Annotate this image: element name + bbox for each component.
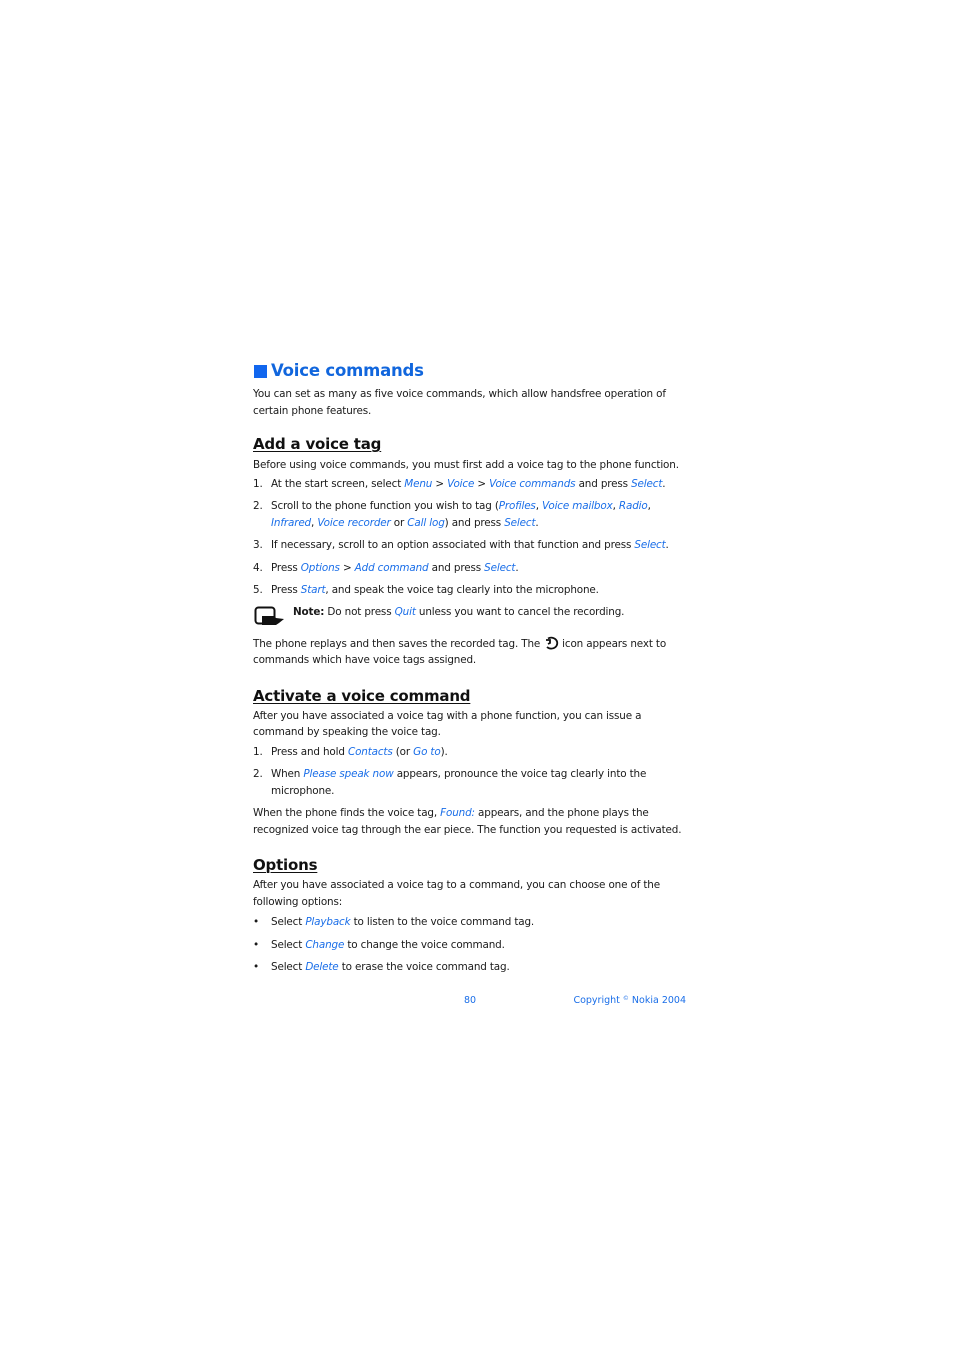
menu-keyword: Please speak now [303, 768, 394, 780]
page-title: Voice commands [253, 360, 688, 382]
list-item: • Select Playback to listen to the voice … [253, 916, 535, 928]
menu-keyword: Infrared [271, 516, 312, 529]
menu-keyword: Menu [404, 477, 433, 490]
voice-tag-icon [546, 636, 559, 649]
menu-keyword: Select [634, 539, 666, 551]
list-item: 4. Press Options > Add command and press … [253, 561, 519, 574]
steps-list: 1. At the start screen, select Menu > Voi… [253, 476, 688, 599]
menu-keyword: Select [631, 477, 663, 490]
menu-keyword: Voice mailbox [542, 500, 613, 512]
menu-keyword: Radio [618, 500, 648, 512]
menu-keyword: Profiles [498, 500, 536, 512]
menu-keyword: Add command [354, 561, 429, 574]
intro-paragraph: You can set as many as five voice comman… [253, 388, 666, 417]
list-item: 5. Press Start, and speak the voice tag c… [253, 584, 599, 596]
section-heading: Activate a voice command [253, 686, 471, 705]
options-list: • Select Playback to listen to the voice … [253, 914, 688, 976]
menu-keyword: Quit [394, 605, 416, 618]
section-activate-voice-command: Activate a voice command After you have … [253, 685, 688, 839]
menu-keyword: Select [484, 561, 516, 574]
after-paragraph: The phone replays and then saves the rec… [253, 636, 667, 666]
outro-paragraph: When the phone finds the voice tag, Foun… [253, 807, 682, 836]
list-item: 2. Scroll to the phone function you wish … [253, 500, 651, 529]
menu-keyword: Go to [413, 745, 441, 758]
list-item: • Select Change to change the voice comma… [253, 938, 505, 951]
list-item: 1. Press and hold Contacts (or Go to). [253, 745, 448, 758]
document-page: Voice commands You can set as many as fi… [253, 360, 688, 1006]
section-heading: Options [253, 856, 318, 874]
note-label: Note: [293, 605, 325, 618]
section-lead: After you have associated a voice tag to… [253, 879, 660, 908]
copyright-notice: Copyright © Nokia 2004 [573, 995, 686, 1006]
menu-keyword: Contacts [347, 745, 393, 758]
section-square-icon [254, 364, 267, 378]
note-hand-icon [254, 606, 284, 625]
section-lead: After you have associated a voice tag wi… [253, 709, 642, 739]
steps-list: 1. Press and hold Contacts (or Go to). 2.… [253, 744, 688, 800]
menu-keyword: Call log [407, 516, 445, 529]
menu-keyword: Voice recorder [317, 516, 391, 529]
menu-keyword: Playback [305, 916, 351, 928]
section-add-voice-tag: Add a voice tag Before using voice comma… [253, 433, 688, 669]
menu-keyword: Start [300, 584, 326, 596]
list-item: 3. If necessary, scroll to an option asso… [253, 539, 669, 551]
menu-keyword: Select [504, 516, 536, 529]
menu-keyword: Found: [440, 807, 475, 819]
section-lead: Before using voice commands, you must fi… [253, 459, 679, 471]
section-heading: Add a voice tag [253, 435, 382, 453]
menu-keyword: Change [305, 938, 345, 951]
list-item: 1. At the start screen, select Menu > Voi… [253, 477, 666, 490]
list-item: • Select Delete to erase the voice comman… [253, 961, 510, 973]
list-item: 2. When Please speak now appears, pronoun… [253, 768, 647, 797]
note-callout: Note: Do not press Quit unless you want … [253, 604, 688, 636]
page-number: 80 [464, 995, 477, 1006]
menu-keyword: Voice [447, 477, 475, 490]
menu-keyword: Voice commands [489, 477, 576, 490]
menu-keyword: Delete [305, 961, 339, 973]
menu-keyword: Options [300, 561, 340, 574]
section-options: Options After you have associated a voic… [253, 854, 688, 976]
